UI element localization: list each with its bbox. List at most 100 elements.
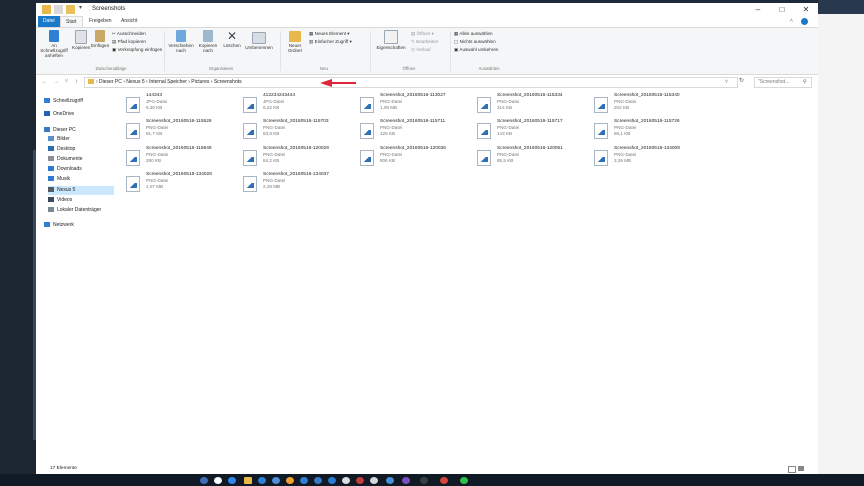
paste-button[interactable]: Einfügen bbox=[91, 30, 109, 48]
refresh-icon[interactable]: ↻ bbox=[739, 77, 744, 84]
image-file-icon bbox=[243, 123, 257, 139]
taskbar-app-icon[interactable] bbox=[342, 477, 350, 484]
nav-item-lokaler-datenträger[interactable]: Lokaler Datenträger bbox=[48, 206, 101, 215]
large-icons-view-icon[interactable] bbox=[798, 466, 804, 471]
delete-button[interactable]: ✕ Löschen bbox=[222, 29, 242, 49]
copy-icon bbox=[75, 30, 87, 44]
nav-item-onedrive[interactable]: OneDrive bbox=[44, 110, 74, 119]
copy-to-button[interactable]: Kopieren nach bbox=[196, 30, 220, 53]
up-button[interactable]: ↑ bbox=[72, 77, 81, 87]
details-view-icon[interactable] bbox=[788, 466, 796, 473]
taskbar-explorer-icon[interactable] bbox=[244, 477, 252, 484]
file-item[interactable]: Screenshot_20160516-134008 PNG-Datei 3,26 … bbox=[594, 146, 709, 172]
nav-item-dokumente[interactable]: Dokumente bbox=[48, 155, 83, 164]
nav-item-nexus-5[interactable]: Nexus 5 bbox=[48, 186, 114, 195]
address-dropdown-icon[interactable]: ˅ bbox=[725, 78, 728, 87]
image-file-icon bbox=[594, 123, 608, 139]
nav-item-schnellzugriff[interactable]: Schnellzugriff bbox=[44, 97, 83, 106]
file-item[interactable]: Screenshot_20160516-120029 PNG-Datei 84,2 … bbox=[243, 146, 358, 172]
delete-label: Löschen bbox=[223, 43, 241, 48]
pin-quick-access-button[interactable]: An Schnellzugriff anheften bbox=[38, 30, 70, 58]
file-item[interactable]: Screenshot_20160516-120036 PNG-Datei 806 K… bbox=[360, 146, 475, 172]
taskbar-app-icon[interactable] bbox=[228, 477, 236, 484]
back-button[interactable]: ← bbox=[40, 77, 49, 87]
customize-toolbar-icon[interactable]: ▾ bbox=[79, 4, 82, 11]
collapse-ribbon-icon[interactable]: ˄ bbox=[790, 18, 793, 24]
paste-shortcut-button[interactable]: ▣ Verknüpfung einfügen bbox=[112, 47, 162, 53]
file-item[interactable]: Screenshot_20160516-134028 PNG-Datei 1,07 … bbox=[126, 172, 241, 198]
nav-item-netzwerk[interactable]: Netzwerk bbox=[44, 221, 74, 230]
file-item[interactable]: 412234243444 JPG-Datei 6,22 KB bbox=[243, 93, 358, 119]
address-bar[interactable]: › Dieser PC › Nexus 5 › Internal Speiche… bbox=[84, 77, 738, 88]
new-folder-icon[interactable] bbox=[66, 5, 75, 14]
copy-label: Kopieren bbox=[72, 45, 91, 50]
file-item[interactable]: Screenshot_20160516-120051 PNG-Datei 85,5 … bbox=[477, 146, 592, 172]
file-item[interactable]: Screenshot_20160516-115711 PNG-Datei 125 K… bbox=[360, 119, 475, 145]
move-to-button[interactable]: Verschieben nach bbox=[168, 30, 194, 53]
taskbar-app-icon[interactable] bbox=[300, 477, 308, 484]
tab-freigeben[interactable]: Freigeben bbox=[84, 16, 117, 27]
file-item[interactable]: Screenshot_20160516-134037 PNG-Datei 2,28 … bbox=[243, 172, 358, 198]
select-all-button[interactable]: ▦ Alles auswählen bbox=[454, 31, 493, 37]
taskbar-app-icon[interactable] bbox=[314, 477, 322, 484]
file-item[interactable]: Screenshot_20160516-115340 PNG-Datei 202 K… bbox=[594, 93, 709, 119]
taskbar-app-icon[interactable] bbox=[258, 477, 266, 484]
new-folder-button[interactable]: Neuer Ordner bbox=[284, 30, 306, 53]
history-button[interactable]: ◷ Verlauf bbox=[411, 47, 431, 53]
taskbar-app-icon[interactable] bbox=[386, 477, 394, 484]
cut-button[interactable]: ✂ Ausschneiden bbox=[112, 31, 146, 37]
nav-item-desktop[interactable]: Desktop bbox=[48, 145, 75, 154]
nav-item-musik[interactable]: Musik bbox=[48, 175, 70, 184]
taskbar-app-icon[interactable] bbox=[402, 477, 410, 484]
file-item[interactable]: Screenshot_20160516-115726 PNG-Datei 86,1 … bbox=[594, 119, 709, 145]
navigation-pane: Schnellzugriff OneDrive Dieser PC Bilder Des… bbox=[36, 91, 122, 461]
taskbar-app-icon[interactable] bbox=[356, 477, 364, 484]
select-none-button[interactable]: ▢ Nichts auswählen bbox=[454, 39, 496, 45]
nav-item-dieser-pc[interactable]: Dieser PC bbox=[44, 126, 76, 135]
nav-item-downloads[interactable]: Downloads bbox=[48, 165, 82, 174]
file-item[interactable]: Screenshot_20160516-115526 PNG-Datei 91,7 … bbox=[126, 119, 241, 145]
properties-icon[interactable] bbox=[54, 5, 63, 14]
new-item-button[interactable]: ▦ Neues Element ▾ bbox=[309, 31, 350, 37]
history-label: Verlauf bbox=[416, 47, 431, 52]
file-item[interactable]: Screenshot_20160516-115717 PNG-Datei 143 K… bbox=[477, 119, 592, 145]
copy-button[interactable]: Kopieren bbox=[72, 30, 90, 50]
file-item[interactable]: Screenshot_20160516-115703 PNG-Datei 83,8 … bbox=[243, 119, 358, 145]
recent-locations-icon[interactable]: ˅ bbox=[62, 77, 71, 87]
help-icon[interactable] bbox=[801, 18, 808, 25]
properties-button[interactable]: Eigenschaften bbox=[374, 30, 408, 50]
nav-item-label: Videos bbox=[57, 197, 73, 203]
minimize-button[interactable]: – bbox=[746, 3, 770, 16]
forward-button[interactable]: → bbox=[52, 77, 61, 87]
file-item[interactable]: Screenshot_20160516-115949 PNG-Datei 280 K… bbox=[126, 146, 241, 172]
rename-button[interactable]: Umbenennen bbox=[244, 30, 274, 50]
tab-ansicht[interactable]: Ansicht bbox=[116, 16, 142, 27]
invert-selection-button[interactable]: ▣ Auswahl umkehren bbox=[454, 47, 498, 53]
easy-access-button[interactable]: ▥ Einfacher Zugriff ▾ bbox=[309, 39, 352, 45]
taskbar-app-icon[interactable] bbox=[440, 477, 448, 484]
taskbar-app-icon[interactable] bbox=[460, 477, 468, 484]
taskbar-app-icon[interactable] bbox=[420, 477, 428, 484]
delete-icon: ✕ bbox=[226, 29, 238, 43]
close-button[interactable]: ✕ bbox=[794, 3, 818, 16]
taskbar-app-icon[interactable] bbox=[272, 477, 280, 484]
file-item[interactable]: Screenshot_20160516-115334 PNG-Datei 314 K… bbox=[477, 93, 592, 119]
copy-path-button[interactable]: ▤ Pfad kopieren bbox=[112, 39, 146, 45]
tab-start[interactable]: Start bbox=[60, 16, 83, 27]
taskbar-app-icon[interactable] bbox=[214, 477, 222, 484]
edit-button[interactable]: ✎ Bearbeiten bbox=[411, 39, 438, 45]
taskbar-app-icon[interactable] bbox=[286, 477, 294, 484]
open-button[interactable]: ▤ Öffnen ▾ bbox=[411, 31, 434, 37]
pin-label: An Schnellzugriff anheften bbox=[40, 43, 68, 58]
file-size: 91,7 KB bbox=[146, 131, 163, 136]
tab-datei[interactable]: Datei bbox=[38, 16, 60, 27]
maximize-button[interactable]: □ bbox=[770, 3, 794, 16]
file-item[interactable]: 144343 JPG-Datei 6,30 KB bbox=[126, 93, 241, 119]
taskbar-app-icon[interactable] bbox=[328, 477, 336, 484]
search-input[interactable]: "Screenshot... ⚲ bbox=[754, 77, 812, 88]
taskbar-app-icon[interactable] bbox=[200, 477, 208, 484]
file-item[interactable]: Screenshot_20160516-113027 PNG-Datei 1,08 … bbox=[360, 93, 475, 119]
nav-item-bilder[interactable]: Bilder bbox=[48, 135, 70, 144]
nav-item-videos[interactable]: Videos bbox=[48, 196, 72, 205]
taskbar-app-icon[interactable] bbox=[370, 477, 378, 484]
